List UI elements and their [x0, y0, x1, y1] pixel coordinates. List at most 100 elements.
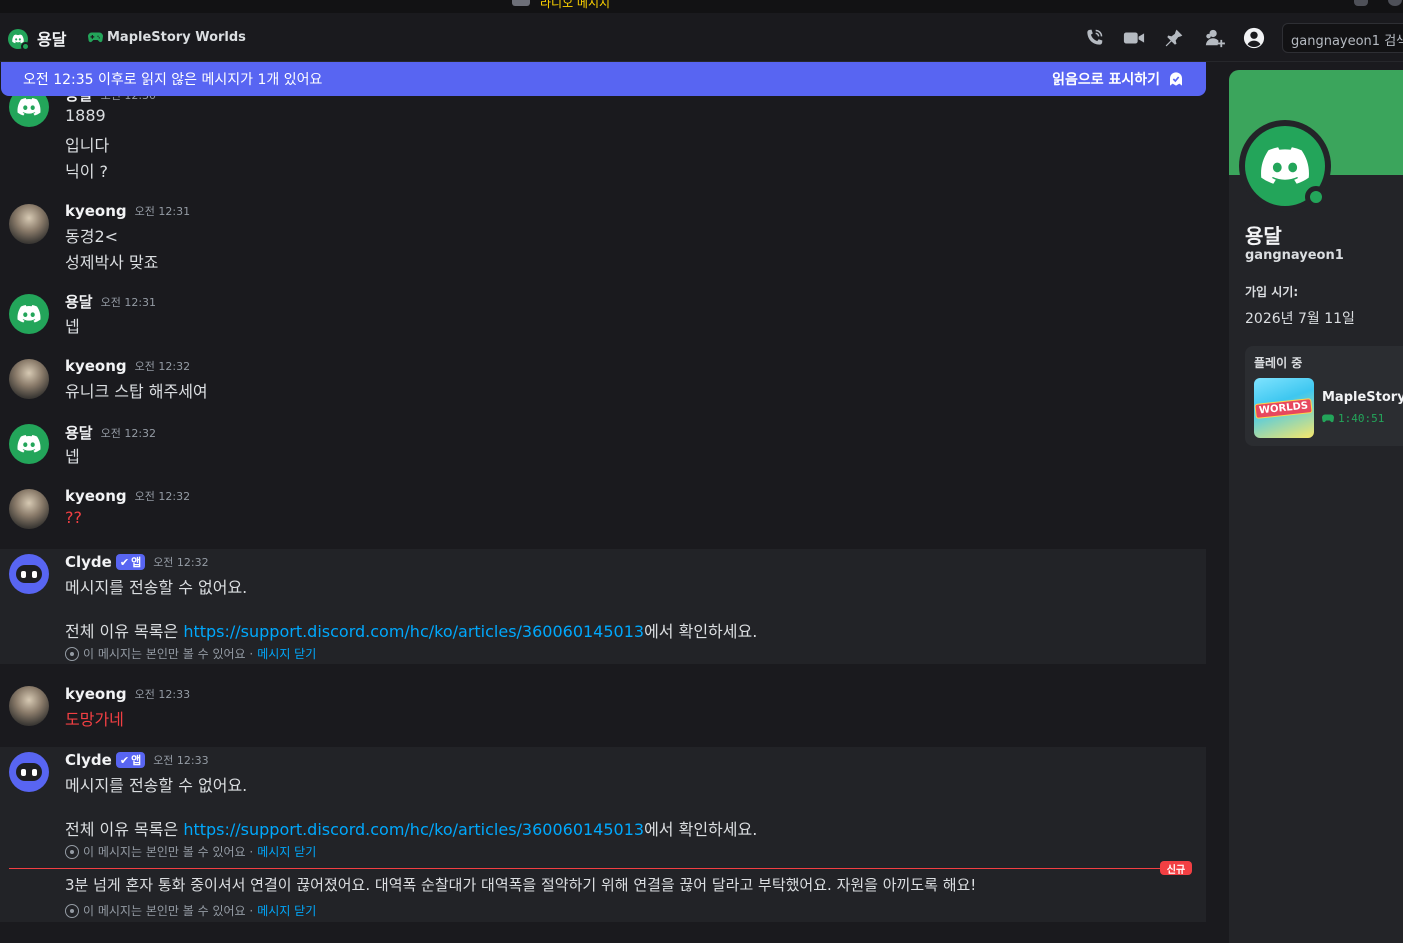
dismiss-message-link[interactable]: 메시지 닫기	[257, 645, 316, 662]
message-timestamp: 오전 12:31	[134, 205, 191, 218]
new-badge: 신규	[1160, 861, 1192, 876]
message-timestamp: 오전 12:32	[134, 490, 191, 503]
message-text: 넵	[65, 447, 80, 466]
message-text: 동경2<	[65, 227, 119, 246]
avatar[interactable]	[9, 424, 49, 464]
avatar[interactable]	[9, 686, 49, 726]
message-item: Clyde ✔ 앱 오전 12:32 메시지를 전송할 수 없어요. 전체 이유 …	[0, 549, 1206, 664]
voice-call-button[interactable]	[1083, 27, 1105, 49]
message-timestamp: 오전 12:33	[134, 688, 191, 701]
dismiss-message-link[interactable]: 메시지 닫기	[257, 902, 316, 919]
author-name[interactable]: 용달	[65, 422, 93, 443]
pinned-messages-button[interactable]	[1163, 27, 1185, 49]
message-author[interactable]: kyeong 오전 12:32	[65, 487, 190, 505]
author-name[interactable]: kyeong	[65, 487, 127, 505]
message-timestamp: 오전 12:33	[153, 754, 209, 767]
app-badge: ✔ 앱	[115, 752, 146, 768]
eye-icon	[65, 844, 79, 859]
unread-text: 오전 12:35 이후로 읽지 않은 메시지가 1개 있어요	[23, 72, 323, 88]
discord-logo-icon	[17, 305, 41, 323]
message-author[interactable]: 용달 오전 12:31	[65, 291, 156, 312]
search-input[interactable]: gangnayeon1 검색	[1282, 23, 1403, 53]
message-item: 용달 오전 12:31 넵	[0, 291, 1206, 336]
system-message-text: 3분 넘게 혼자 통화 중이셔서 연결이 끊어졌어요. 대역폭 순찰대가 대역폭…	[65, 876, 977, 894]
joined-date: 2026년 7월 11일	[1245, 311, 1355, 327]
author-name[interactable]: Clyde	[65, 751, 112, 769]
message-timestamp: 오전 12:32	[153, 556, 209, 569]
author-name[interactable]: kyeong	[65, 357, 127, 375]
elapsed-time: 1:40:51	[1338, 412, 1385, 425]
message-text: 1889	[65, 106, 106, 125]
window-titlebar: 라디오 메시지	[0, 0, 1403, 13]
activity-card[interactable]: 플레이 중 WORLDS MapleStory Worlds 1:40:51	[1245, 346, 1403, 446]
add-user-icon	[1205, 29, 1225, 48]
message-author[interactable]: kyeong 오전 12:33	[65, 685, 190, 703]
avatar[interactable]	[9, 554, 49, 594]
avatar[interactable]	[9, 359, 49, 399]
clyde-bot-icon	[16, 565, 42, 583]
ephemeral-text: 이 메시지는 본인만 볼 수 있어요 ·	[83, 904, 254, 918]
eye-icon	[65, 646, 79, 661]
message-item: kyeong 오전 12:31 동경2< 성제박사 맞죠	[0, 200, 1206, 272]
window-app-icon	[512, 0, 530, 6]
message-text: 메시지를 전송할 수 없어요.	[65, 776, 248, 795]
message-text: 메시지를 전송할 수 없어요.	[65, 578, 248, 597]
reason-prefix: 전체 이유 목록은	[65, 820, 184, 839]
avatar[interactable]	[9, 489, 49, 529]
message-text: ??	[65, 508, 82, 527]
message-item: kyeong 오전 12:32 유니크 스탑 해주세여	[0, 356, 1206, 401]
author-name[interactable]: kyeong	[65, 685, 127, 703]
app-badge-label: 앱	[131, 556, 142, 569]
support-link[interactable]: https://support.discord.com/hc/ko/articl…	[183, 622, 644, 641]
message-author[interactable]: 용달 오전 12:32	[65, 422, 156, 443]
message-item: Clyde ✔ 앱 오전 12:33 메시지를 전송할 수 없어요. 전체 이유 …	[0, 747, 1206, 922]
window-title: 라디오 메시지	[540, 0, 611, 10]
dm-header: 용달 MapleStory Worlds gangnayeon1 검색	[0, 13, 1403, 62]
add-friends-to-dm-button[interactable]	[1203, 27, 1225, 49]
header-activity[interactable]: MapleStory Worlds	[88, 30, 246, 45]
message-timestamp: 오전 12:32	[100, 426, 157, 440]
game-name: MapleStory Worlds	[1322, 390, 1403, 405]
message-item: kyeong 오전 12:33 도망가네	[0, 683, 1206, 729]
header-activity-label: MapleStory Worlds	[107, 30, 246, 45]
header-avatar[interactable]	[8, 29, 30, 51]
dismiss-message-link[interactable]: 메시지 닫기	[257, 843, 316, 860]
playing-heading: 플레이 중	[1254, 356, 1303, 370]
game-cover-image: WORLDS	[1254, 378, 1314, 438]
unread-messages-bar[interactable]: 오전 12:35 이후로 읽지 않은 메시지가 1개 있어요 읽음으로 표시하기	[1, 62, 1206, 96]
profile-username: gangnayeon1	[1245, 248, 1344, 263]
app-badge: ✔ 앱	[115, 554, 146, 570]
window-help-button[interactable]	[1388, 0, 1402, 6]
author-name[interactable]: kyeong	[65, 202, 127, 220]
phone-icon	[1087, 29, 1103, 45]
mark-as-read-button[interactable]: 읽음으로 표시하기	[1052, 69, 1184, 89]
user-profile-icon	[1243, 27, 1265, 49]
online-status-dot	[1305, 186, 1327, 208]
avatar[interactable]	[9, 752, 49, 792]
avatar[interactable]	[9, 204, 49, 244]
eye-icon	[65, 903, 79, 918]
ephemeral-text: 이 메시지는 본인만 볼 수 있어요 ·	[83, 845, 254, 859]
message-timestamp: 오전 12:32	[134, 360, 191, 373]
profile-avatar[interactable]	[1239, 120, 1331, 212]
avatar[interactable]	[9, 294, 49, 334]
game-elapsed: 1:40:51	[1322, 412, 1384, 425]
reason-suffix: 에서 확인하세요.	[644, 820, 758, 839]
video-call-button[interactable]	[1123, 27, 1145, 49]
ephemeral-notice: 이 메시지는 본인만 볼 수 있어요 · 메시지 닫기	[65, 843, 316, 860]
author-name[interactable]: 용달	[65, 291, 93, 312]
author-name[interactable]: Clyde	[65, 553, 112, 571]
gamepad-icon	[88, 32, 103, 43]
message-text: 입니다	[65, 136, 110, 155]
message-author[interactable]: kyeong 오전 12:31	[65, 202, 190, 220]
pin-icon	[1165, 29, 1183, 47]
message-author[interactable]: kyeong 오전 12:32	[65, 357, 190, 375]
window-inbox-button[interactable]	[1354, 0, 1368, 6]
message-author[interactable]: Clyde ✔ 앱 오전 12:33	[65, 751, 209, 769]
reason-suffix: 에서 확인하세요.	[644, 622, 758, 641]
ephemeral-notice: 이 메시지는 본인만 볼 수 있어요 · 메시지 닫기	[65, 902, 316, 919]
message-author[interactable]: Clyde ✔ 앱 오전 12:32	[65, 553, 209, 571]
ephemeral-text: 이 메시지는 본인만 볼 수 있어요 ·	[83, 647, 254, 661]
user-profile-toggle-button[interactable]	[1243, 27, 1265, 49]
support-link[interactable]: https://support.discord.com/hc/ko/articl…	[183, 820, 644, 839]
